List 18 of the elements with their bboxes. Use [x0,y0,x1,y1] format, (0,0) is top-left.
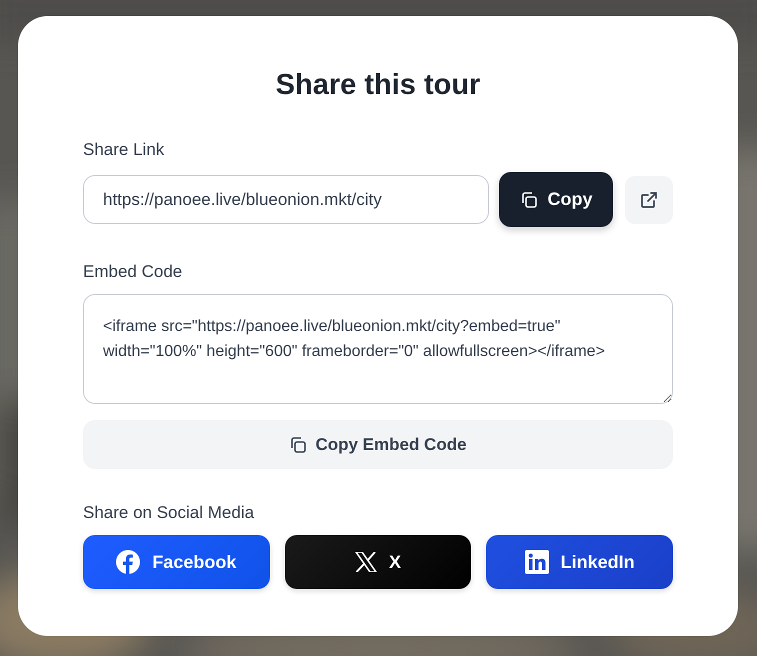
external-link-icon [640,190,658,208]
x-logo-icon [354,552,377,572]
facebook-share-button[interactable]: Facebook [83,535,270,589]
copy-button[interactable]: Copy [499,172,613,227]
linkedin-share-button[interactable]: LinkedIn [486,535,673,589]
linkedin-icon [524,550,549,574]
copy-icon [520,190,538,208]
field-label: Share Link [83,140,164,160]
open-link-button[interactable] [625,176,673,224]
copy-icon [289,436,308,454]
link-input-field[interactable]: https://panoee.live/blueonion.mkt/city [83,175,489,224]
embed-code-field[interactable]: <iframe src="https://panoee.live/blueonion.mkt/city?embed=true" width="100%" height="600" frameborder="0" allowfullscreen></iframe> [83,294,673,404]
x-share-button[interactable]: X [284,535,472,589]
facebook-icon [116,550,140,574]
copy-embed-code-button[interactable]: Copy Embed Code [83,420,673,469]
field-label: Embed Code [83,262,182,282]
dialog-title: Share this tour [274,69,482,102]
section-label: Share on Social Media [83,503,254,523]
